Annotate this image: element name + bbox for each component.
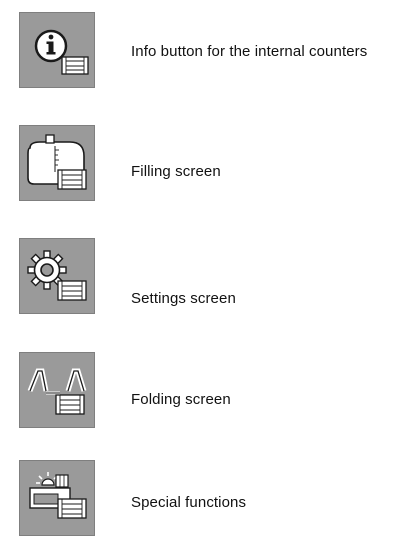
folding-label: Folding screen	[131, 391, 231, 408]
info-button[interactable]	[19, 12, 95, 88]
folding-row: Folding screen	[0, 350, 410, 430]
info-row: Info button for the internal counters	[0, 10, 410, 90]
folding-button[interactable]	[19, 352, 95, 428]
special-functions-label: Special functions	[131, 494, 247, 511]
settings-button[interactable]	[19, 238, 95, 314]
info-icon	[34, 29, 89, 75]
special-functions-icon	[29, 472, 87, 519]
filling-label: Filling screen	[131, 163, 221, 180]
tank-icon	[27, 134, 87, 190]
gear-icon	[27, 250, 87, 301]
boom-fold-icon	[27, 368, 87, 415]
filling-button[interactable]	[19, 125, 95, 201]
special-functions-row: Special functions	[0, 451, 410, 536]
filling-row: Filling screen	[0, 123, 410, 203]
settings-row: Settings screen	[0, 236, 410, 316]
settings-label: Settings screen	[131, 290, 236, 307]
info-label: Info button for the internal counters	[131, 43, 368, 60]
special-functions-button[interactable]	[19, 460, 95, 536]
